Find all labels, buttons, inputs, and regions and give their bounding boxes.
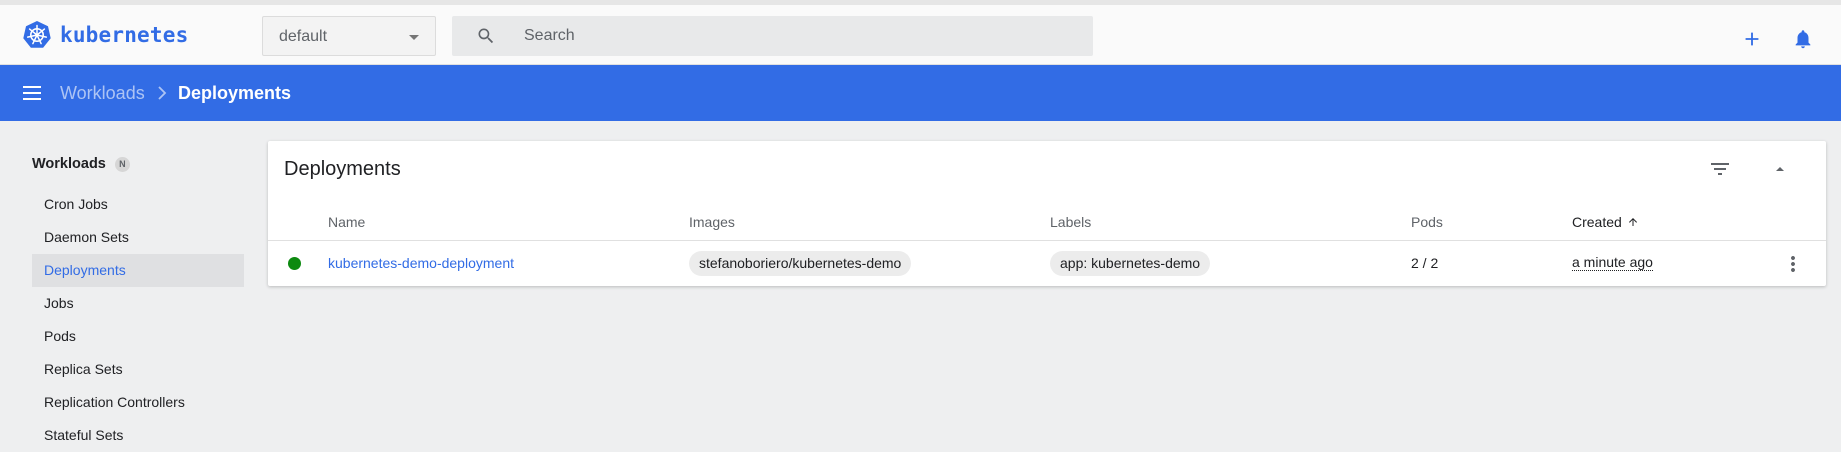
chevron-right-icon xyxy=(156,85,168,106)
top-bar: kubernetes default xyxy=(0,0,1841,65)
row-actions-button[interactable] xyxy=(1781,252,1805,281)
label-chip: app: kubernetes-demo xyxy=(1050,251,1211,276)
sidebar-item-jobs[interactable]: Jobs xyxy=(32,287,244,320)
image-chip: stefanoboriero/kubernetes-demo xyxy=(689,251,912,276)
kubernetes-wheel-icon xyxy=(23,21,51,48)
sidebar-item-stateful-sets[interactable]: Stateful Sets xyxy=(32,419,244,452)
collapse-button[interactable] xyxy=(1768,157,1792,186)
notifications-button[interactable] xyxy=(1791,27,1815,51)
search-input[interactable] xyxy=(524,16,1064,56)
sidebar-section-label: Workloads xyxy=(32,156,106,172)
card-title: Deployments xyxy=(284,158,401,180)
column-header-created[interactable]: Created xyxy=(1572,214,1639,230)
sort-ascending-icon xyxy=(1628,218,1637,226)
table-row: kubernetes-demo-deployment stefanoborier… xyxy=(268,241,1826,286)
namespaced-badge: N xyxy=(114,156,130,172)
table-header: Name Images Labels Pods Created xyxy=(268,203,1826,241)
dropdown-caret-icon xyxy=(409,35,419,40)
breadcrumb-workloads[interactable]: Workloads xyxy=(60,83,145,104)
sidebar-item-daemon-sets[interactable]: Daemon Sets xyxy=(32,221,244,254)
add-icon xyxy=(1745,32,1759,46)
logo-text: kubernetes xyxy=(60,23,189,47)
sidebar-item-replication-controllers[interactable]: Replication Controllers xyxy=(32,386,244,419)
filter-icon xyxy=(1711,163,1729,175)
filter-button[interactable] xyxy=(1708,157,1732,186)
notifications-icon xyxy=(1795,30,1811,49)
status-running-icon xyxy=(288,257,301,270)
namespace-value: default xyxy=(279,28,328,45)
breadcrumb-current: Deployments xyxy=(178,83,292,103)
menu-button[interactable] xyxy=(22,84,44,107)
column-header-labels: Labels xyxy=(1050,214,1092,230)
sidebar-item-replica-sets[interactable]: Replica Sets xyxy=(32,353,244,386)
column-header-name[interactable]: Name xyxy=(328,214,365,230)
column-header-pods: Pods xyxy=(1411,214,1443,230)
sidebar-item-cron-jobs[interactable]: Cron Jobs xyxy=(32,188,244,221)
pods-count: 2 / 2 xyxy=(1411,255,1439,271)
deployments-card: Deployments Name Images Labels Pods Crea… xyxy=(268,141,1826,286)
namespace-select[interactable]: default xyxy=(262,16,436,56)
search-icon xyxy=(478,28,494,44)
add-button[interactable] xyxy=(1740,27,1764,51)
deployment-name-link[interactable]: kubernetes-demo-deployment xyxy=(328,255,514,271)
column-header-created-label: Created xyxy=(1572,214,1622,230)
sidebar-section-workloads[interactable]: Workloads N xyxy=(32,150,244,178)
menu-icon xyxy=(23,86,41,100)
sidebar-item-deployments[interactable]: Deployments xyxy=(32,254,244,287)
created-time: a minute ago xyxy=(1572,254,1653,271)
sidebar-item-pods[interactable]: Pods xyxy=(32,320,244,353)
arrow-drop-up-icon xyxy=(1776,167,1784,171)
search-bar[interactable] xyxy=(452,16,1093,56)
sidebar: Workloads N Cron Jobs Daemon Sets Deploy… xyxy=(32,150,244,452)
sidebar-list: Cron Jobs Daemon Sets Deployments Jobs P… xyxy=(32,188,244,452)
more-vert-icon xyxy=(1791,256,1795,272)
column-header-images: Images xyxy=(689,214,735,230)
nav-bar: Workloads Deployments xyxy=(0,65,1841,121)
kubernetes-logo[interactable]: kubernetes xyxy=(22,20,188,50)
